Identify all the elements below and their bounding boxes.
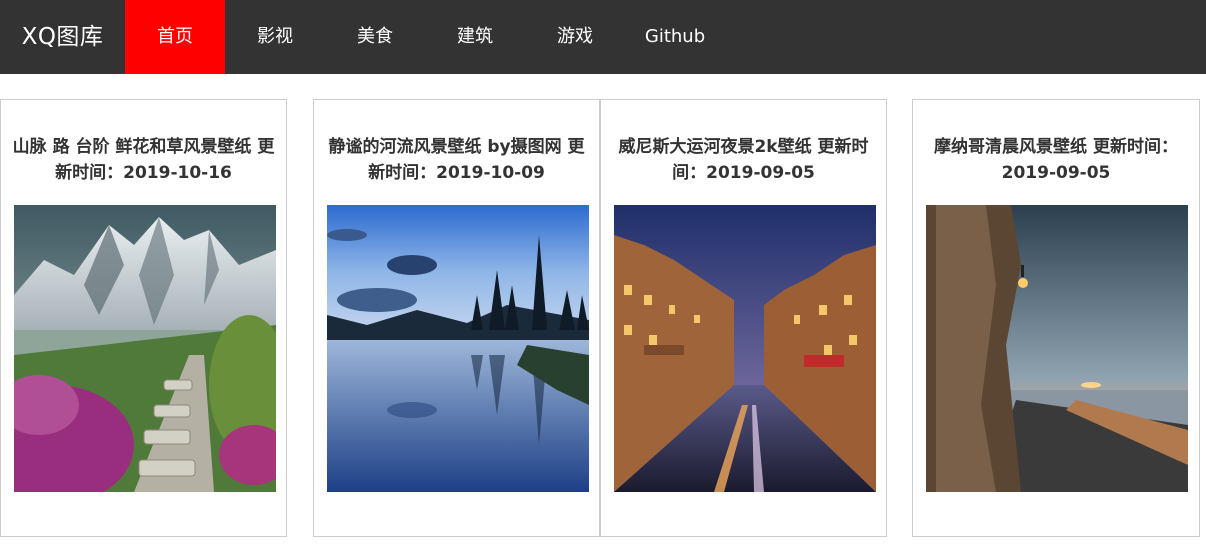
nav-item-home[interactable]: 首页 xyxy=(125,0,225,74)
card-title[interactable]: 威尼斯大运河夜景2k壁纸 更新时间：2019-09-05 xyxy=(601,134,886,186)
site-logo[interactable]: XQ图库 xyxy=(0,0,125,74)
monaco-morning-image xyxy=(926,205,1188,492)
calm-river-image xyxy=(327,205,589,492)
card-image-river[interactable] xyxy=(327,205,589,492)
card-image-mountain[interactable] xyxy=(14,205,276,492)
card-image-venice[interactable] xyxy=(614,205,876,492)
nav-item-architecture[interactable]: 建筑 xyxy=(425,0,525,74)
gallery-card-1[interactable]: 山脉 路 台阶 鲜花和草风景壁纸 更新时间：2019-10-16 xyxy=(0,99,287,537)
nav-item-food[interactable]: 美食 xyxy=(325,0,425,74)
card-title[interactable]: 山脉 路 台阶 鲜花和草风景壁纸 更新时间：2019-10-16 xyxy=(1,134,286,186)
card-title[interactable]: 摩纳哥清晨风景壁纸 更新时间：2019-09-05 xyxy=(913,134,1199,186)
top-navbar: XQ图库 首页 影视 美食 建筑 游戏 Github xyxy=(0,0,1206,74)
venice-canal-night-image xyxy=(614,205,876,492)
gallery-card-2[interactable]: 静谧的河流风景壁纸 by摄图网 更新时间：2019-10-09 xyxy=(313,99,600,537)
mountain-flower-path-image xyxy=(14,205,276,492)
card-image-monaco[interactable] xyxy=(926,205,1188,492)
gallery-card-4[interactable]: 摩纳哥清晨风景壁纸 更新时间：2019-09-05 xyxy=(912,99,1200,537)
card-title[interactable]: 静谧的河流风景壁纸 by摄图网 更新时间：2019-10-09 xyxy=(314,134,599,186)
nav-item-games[interactable]: 游戏 xyxy=(525,0,625,74)
nav-item-movies[interactable]: 影视 xyxy=(225,0,325,74)
gallery-card-3[interactable]: 威尼斯大运河夜景2k壁纸 更新时间：2019-09-05 xyxy=(600,99,887,537)
nav-item-github[interactable]: Github xyxy=(625,0,725,74)
